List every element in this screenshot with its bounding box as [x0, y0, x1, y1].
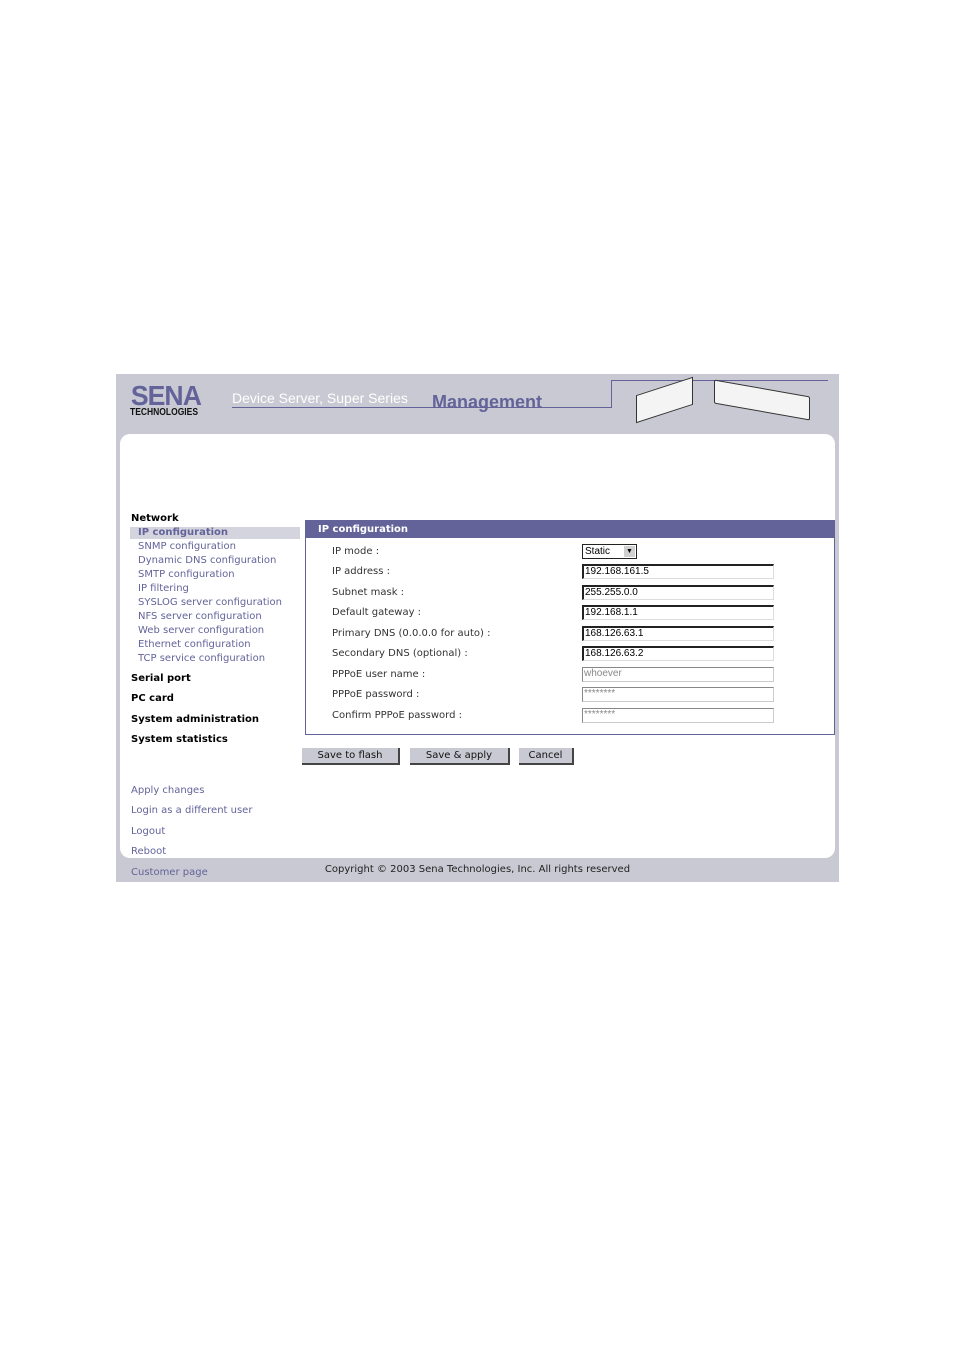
sidebar-section-system-statistics[interactable]: System statistics [131, 734, 228, 745]
primary-dns-input[interactable]: 168.126.63.1 [582, 626, 774, 641]
pppoe-user-label: PPPoE user name : [332, 669, 426, 680]
sidebar-item-ethernet[interactable]: Ethernet configuration [138, 639, 251, 650]
login-different-user-link[interactable]: Login as a different user [131, 805, 252, 816]
default-gateway-input[interactable]: 192.168.1.1 [582, 605, 774, 620]
device-image [714, 379, 810, 421]
apply-changes-link[interactable]: Apply changes [131, 785, 204, 796]
screenshot-frame: SENA TECHNOLOGIES Device Server, Super S… [116, 374, 839, 882]
secondary-dns-label: Secondary DNS (optional) : [332, 648, 468, 659]
sidebar-item-tcp-service[interactable]: TCP service configuration [138, 653, 265, 664]
secondary-dns-input[interactable]: 168.126.63.2 [582, 646, 774, 661]
save-to-flash-button[interactable]: Save to flash [302, 748, 400, 765]
chevron-down-icon[interactable]: ▼ [624, 546, 635, 557]
sidebar-item-nfs[interactable]: NFS server configuration [138, 611, 262, 622]
sidebar-section-serial-port[interactable]: Serial port [131, 673, 191, 684]
default-gateway-label: Default gateway : [332, 607, 422, 618]
primary-dns-label: Primary DNS (0.0.0.0 for auto) : [332, 628, 491, 639]
ip-address-input[interactable]: 192.168.161.5 [582, 564, 774, 579]
copyright-footer: Copyright © 2003 Sena Technologies, Inc.… [324, 864, 631, 875]
sidebar-item-ddns[interactable]: Dynamic DNS configuration [138, 555, 276, 566]
ip-mode-value: Static [585, 546, 611, 557]
divider [611, 380, 612, 408]
header-subtitle: Device Server, Super Series [232, 390, 408, 406]
ip-address-label: IP address : [332, 566, 390, 577]
pppoe-user-input[interactable]: whoever [582, 667, 774, 682]
sidebar-item-ip-configuration[interactable]: IP configuration [138, 527, 228, 538]
divider [232, 407, 612, 408]
sidebar-item-syslog[interactable]: SYSLOG server configuration [138, 597, 282, 608]
confirm-pppoe-password-input[interactable]: ******** [582, 708, 774, 723]
sidebar-section-network[interactable]: Network [131, 513, 179, 524]
header-title: Management [432, 392, 543, 412]
sidebar-item-smtp[interactable]: SMTP configuration [138, 569, 235, 580]
ip-configuration-panel: IP configuration IP mode : Static ▼ IP ad… [305, 520, 835, 735]
sidebar-item-ip-filtering[interactable]: IP filtering [138, 583, 189, 594]
cancel-button[interactable]: Cancel [519, 748, 574, 765]
sidebar-item-web-server[interactable]: Web server configuration [138, 625, 264, 636]
logo-sub: TECHNOLOGIES [130, 407, 199, 418]
pppoe-password-input[interactable]: ******** [582, 687, 774, 702]
ip-mode-label: IP mode : [332, 546, 380, 557]
sidebar-section-system-administration[interactable]: System administration [131, 714, 259, 725]
subnet-mask-label: Subnet mask : [332, 587, 405, 598]
logout-link[interactable]: Logout [131, 826, 165, 837]
content-area: Network IP configuration SNMP configurat… [120, 434, 835, 878]
reboot-link[interactable]: Reboot [131, 846, 166, 857]
device-image [636, 376, 693, 424]
panel-title: IP configuration [306, 521, 834, 538]
subnet-mask-input[interactable]: 255.255.0.0 [582, 585, 774, 600]
pppoe-password-label: PPPoE password : [332, 689, 420, 700]
sidebar-item-snmp[interactable]: SNMP configuration [138, 541, 236, 552]
confirm-pppoe-password-label: Confirm PPPoE password : [332, 710, 462, 721]
save-apply-button[interactable]: Save & apply [410, 748, 510, 765]
ip-mode-select[interactable]: Static ▼ [582, 544, 637, 559]
sidebar-section-pc-card[interactable]: PC card [131, 693, 174, 704]
